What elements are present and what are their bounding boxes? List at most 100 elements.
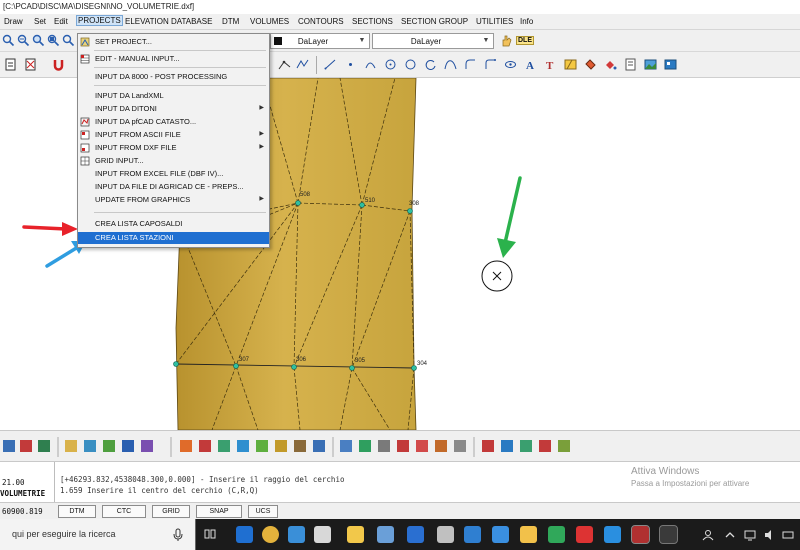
pipe-icon[interactable] — [313, 440, 325, 452]
chart-icon[interactable] — [359, 440, 371, 452]
chevron-up-icon[interactable] — [724, 529, 736, 541]
window-app-icon[interactable] — [659, 525, 678, 544]
map-icon[interactable] — [180, 440, 192, 452]
explorer-app-icon[interactable] — [492, 526, 509, 543]
grid-table-icon[interactable] — [482, 440, 494, 452]
spline-icon[interactable] — [444, 58, 457, 71]
zoom-previous-icon[interactable] — [62, 34, 75, 47]
stamp-icon[interactable] — [378, 440, 390, 452]
paint-bucket-icon[interactable] — [584, 58, 597, 71]
magnet-icon[interactable] — [52, 58, 65, 71]
ucs-toggle-button[interactable]: UCS — [248, 505, 278, 518]
photos-app-icon[interactable] — [437, 526, 454, 543]
matrix-icon[interactable] — [539, 440, 551, 452]
menu-projects[interactable]: PROJECTS — [76, 15, 123, 26]
menu-item-input-ascii[interactable]: INPUT FROM ASCII FILE ▶ — [78, 129, 269, 141]
microphone-icon[interactable] — [172, 528, 184, 542]
report-icon[interactable] — [435, 440, 447, 452]
layout-icon[interactable] — [454, 440, 466, 452]
pfcad-app-icon[interactable] — [631, 525, 650, 544]
menu-item-grid-input[interactable]: GRID INPUT... — [78, 155, 269, 167]
menu-dtm[interactable]: DTM — [222, 17, 239, 26]
curve-icon[interactable] — [464, 58, 477, 71]
menu-item-input-dxf[interactable]: INPUT FROM DXF FILE ▶ — [78, 142, 269, 154]
table-icon[interactable] — [340, 440, 352, 452]
menu-contours[interactable]: CONTOURS — [298, 17, 344, 26]
menu-item-input-8000[interactable]: INPUT DA 8000 - POST PROCESSING — [78, 71, 269, 83]
layer-icon[interactable] — [3, 440, 15, 452]
volume-icon[interactable] — [103, 440, 115, 452]
graph-icon[interactable] — [558, 440, 570, 452]
file-explorer-icon[interactable] — [347, 526, 364, 543]
paint-app-icon[interactable] — [520, 526, 537, 543]
circle-icon[interactable] — [404, 58, 417, 71]
color-fill-icon[interactable] — [604, 58, 617, 71]
section-icon[interactable] — [122, 440, 134, 452]
text-list-icon[interactable] — [416, 440, 428, 452]
linetype-combo[interactable]: DaLayer ▼ — [372, 33, 494, 49]
survey-point[interactable] — [411, 365, 417, 371]
grid-icon[interactable] — [38, 440, 50, 452]
point-icon[interactable] — [344, 58, 357, 71]
person-icon[interactable] — [702, 529, 714, 541]
building-icon[interactable] — [275, 440, 287, 452]
delete-file-icon[interactable] — [24, 58, 37, 71]
browser-app-icon[interactable] — [464, 526, 481, 543]
volume-icon[interactable] — [764, 529, 776, 541]
network-app-icon[interactable] — [604, 526, 621, 543]
menu-item-input-landxml[interactable]: INPUT DA LandXML — [78, 90, 269, 102]
text-icon[interactable]: A — [524, 58, 537, 71]
measure-icon[interactable] — [20, 440, 32, 452]
chrome-app-icon[interactable] — [262, 526, 279, 543]
sheet-icon[interactable] — [520, 440, 532, 452]
survey-point[interactable] — [359, 202, 365, 208]
keyboard-icon[interactable] — [782, 529, 794, 541]
menu-item-crea-lista-caposaldi[interactable]: CREA LISTA CAPOSALDI — [78, 218, 269, 230]
survey-point[interactable] — [233, 363, 239, 369]
arc-icon[interactable] — [364, 58, 377, 71]
network-icon[interactable] — [744, 529, 756, 541]
acrobat-app-icon[interactable] — [576, 526, 593, 543]
store-app-icon[interactable] — [314, 526, 331, 543]
zoom-window-icon[interactable] — [32, 34, 45, 47]
menu-volumes[interactable]: VOLUMES — [250, 17, 289, 26]
task-view-icon[interactable] — [204, 528, 216, 540]
survey-point[interactable] — [349, 365, 355, 371]
list-icon[interactable] — [397, 440, 409, 452]
view-icon[interactable] — [504, 58, 517, 71]
whatsapp-app-icon[interactable] — [548, 526, 565, 543]
dle-button[interactable]: DLE — [500, 34, 534, 48]
layer-combo[interactable]: DaLayer ▼ — [270, 33, 370, 49]
menu-utilities[interactable]: UTILITIES — [476, 17, 513, 26]
rotate-icon[interactable] — [424, 58, 437, 71]
snap-icon[interactable] — [278, 58, 291, 71]
menu-item-crea-lista-stazioni[interactable]: CREA LISTA STAZIONI — [78, 232, 269, 244]
menu-item-input-agricad[interactable]: INPUT DA FILE DI AGRICAD CE - PREPS... — [78, 181, 269, 193]
survey-point[interactable] — [295, 200, 301, 206]
hatch-icon[interactable] — [564, 58, 577, 71]
menu-info[interactable]: Info — [520, 17, 533, 26]
data-icon[interactable] — [501, 440, 513, 452]
menu-item-input-catasto[interactable]: INPUT DA pfCAD CATASTO... — [78, 116, 269, 128]
menu-draw[interactable]: Draw — [4, 17, 23, 26]
text-style-icon[interactable]: T — [544, 58, 557, 71]
zoom-out-icon[interactable] — [2, 34, 15, 47]
menu-item-edit-manual-input[interactable]: EDIT - MANUAL INPUT... — [78, 53, 269, 65]
menu-set[interactable]: Set — [34, 17, 46, 26]
fillet-icon[interactable] — [484, 58, 497, 71]
taskbar-search[interactable]: qui per eseguire la ricerca — [0, 519, 196, 550]
ctc-toggle-button[interactable]: CTC — [102, 505, 146, 518]
menu-section-group[interactable]: SECTION GROUP — [401, 17, 468, 26]
menu-edit[interactable]: Edit — [54, 17, 68, 26]
menu-item-input-excel[interactable]: INPUT FROM EXCEL FILE (DBF IV)... — [78, 168, 269, 180]
document-icon[interactable] — [624, 58, 637, 71]
water-icon[interactable] — [237, 440, 249, 452]
tree-icon[interactable] — [218, 440, 230, 452]
menu-elevation-database[interactable]: ELEVATION DATABASE — [125, 17, 212, 26]
new-file-icon[interactable] — [4, 58, 17, 71]
survey-point[interactable] — [291, 364, 297, 370]
survey-point[interactable] — [173, 361, 179, 367]
edge-app-icon[interactable] — [288, 526, 305, 543]
skype-app-icon[interactable] — [236, 526, 253, 543]
menu-item-input-ditoni[interactable]: INPUT DA DITONI ▶ — [78, 103, 269, 115]
